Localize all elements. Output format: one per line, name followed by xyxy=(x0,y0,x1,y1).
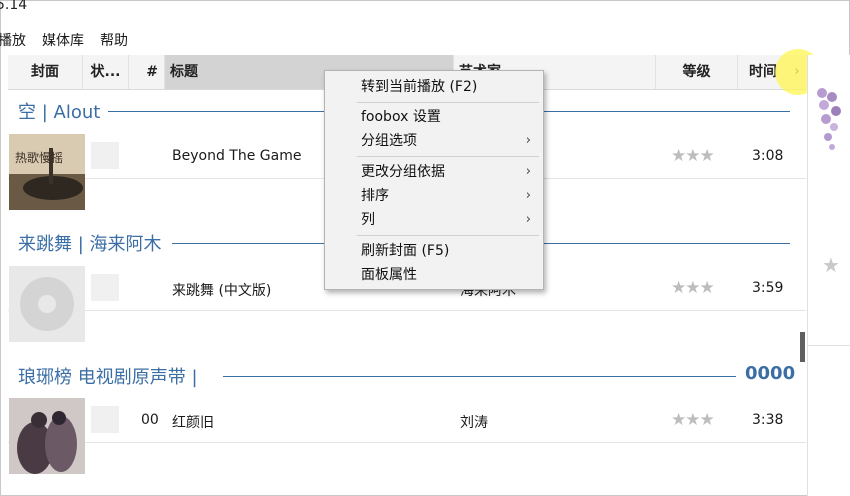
column-header-rating[interactable]: 等级 xyxy=(656,55,738,89)
album-cover-placeholder xyxy=(9,266,85,342)
scrollbar-thumb[interactable] xyxy=(800,332,805,362)
window-title: 5.14 xyxy=(0,0,28,13)
status-cell xyxy=(91,406,119,433)
cover-lettering: 热歌慢摇 xyxy=(15,150,63,165)
menubar: 播放 媒体库 帮助 xyxy=(0,30,136,52)
rating-stars-icon[interactable]: ★★★ xyxy=(671,146,715,166)
menu-item-go-to-now-playing[interactable]: 转到当前播放 (F2) xyxy=(325,75,543,99)
menu-library[interactable]: 媒体库 xyxy=(34,30,92,52)
group-header[interactable]: 琅琊榜 电视剧原声带 | 0000 xyxy=(8,363,795,391)
status-cell xyxy=(91,142,119,169)
menu-playback[interactable]: 播放 xyxy=(0,30,34,52)
menu-item-label: 更改分组依据 xyxy=(361,164,445,180)
menu-item-columns[interactable]: 列 › xyxy=(325,208,543,232)
menu-item-foobox-settings[interactable]: foobox 设置 xyxy=(325,105,543,129)
submenu-chevron-icon: › xyxy=(525,188,531,203)
menu-item-label: foobox 设置 xyxy=(361,109,441,125)
track-duration: 3:38 xyxy=(752,412,784,428)
menu-separator xyxy=(357,235,539,236)
wisteria-artwork xyxy=(817,88,841,150)
group-title: 来跳舞 | 海来阿木 xyxy=(18,234,162,255)
submenu-chevron-icon: › xyxy=(525,212,531,227)
favorite-star-icon[interactable]: ★ xyxy=(822,253,840,277)
menu-item-panel-properties[interactable]: 面板属性 xyxy=(325,263,543,287)
rating-stars-icon[interactable]: ★★★ xyxy=(671,410,715,430)
menu-item-label: 列 xyxy=(361,212,375,228)
submenu-chevron-icon: › xyxy=(525,164,531,179)
column-header-cover[interactable]: 封面 xyxy=(8,55,83,89)
group-title: 空 | Alout xyxy=(18,102,101,123)
group-year: 0000 xyxy=(745,363,796,384)
side-divider xyxy=(808,345,850,346)
menu-item-label: 面板属性 xyxy=(361,267,417,283)
column-header-status[interactable]: 状... xyxy=(83,55,129,89)
track-number: 00 xyxy=(141,412,159,428)
rating-stars-icon[interactable]: ★★★ xyxy=(671,278,715,298)
group-divider-line xyxy=(223,376,736,377)
menu-item-refresh-covers[interactable]: 刷新封面 (F5) xyxy=(325,239,543,263)
track-row[interactable]: 00 红颜旧 刘涛 ★★★ 3:38 xyxy=(8,398,806,474)
track-title: 来跳舞 (中文版) xyxy=(172,283,272,299)
menu-item-change-grouping[interactable]: 更改分组依据 › xyxy=(325,160,543,184)
menu-separator xyxy=(357,102,539,103)
album-cover: 热歌慢摇 xyxy=(9,134,85,210)
menu-help[interactable]: 帮助 xyxy=(92,30,136,52)
menu-item-label: 排序 xyxy=(361,188,389,204)
menu-item-label: 刷新封面 (F5) xyxy=(361,243,450,259)
context-menu: 转到当前播放 (F2) foobox 设置 分组选项 › 更改分组依据 › 排序 › … xyxy=(324,70,544,290)
menu-separator xyxy=(357,156,539,157)
submenu-chevron-icon: › xyxy=(525,133,531,148)
menu-item-group-options[interactable]: 分组选项 › xyxy=(325,129,543,153)
column-header-number[interactable]: # xyxy=(129,55,165,89)
menu-item-label: 转到当前播放 (F2) xyxy=(361,79,478,95)
group-title: 琅琊榜 电视剧原声带 | xyxy=(18,367,198,388)
status-cell xyxy=(91,274,119,301)
track-title: 红颜旧 xyxy=(172,415,214,431)
track-artist: 刘涛 xyxy=(460,415,488,431)
album-cover xyxy=(9,398,85,474)
track-duration: 3:59 xyxy=(752,280,784,296)
menu-item-sort[interactable]: 排序 › xyxy=(325,184,543,208)
track-title: Beyond The Game xyxy=(172,148,302,164)
menu-item-label: 分组选项 xyxy=(361,133,417,149)
track-duration: 3:08 xyxy=(752,148,784,164)
side-panel: ★ xyxy=(807,55,850,496)
